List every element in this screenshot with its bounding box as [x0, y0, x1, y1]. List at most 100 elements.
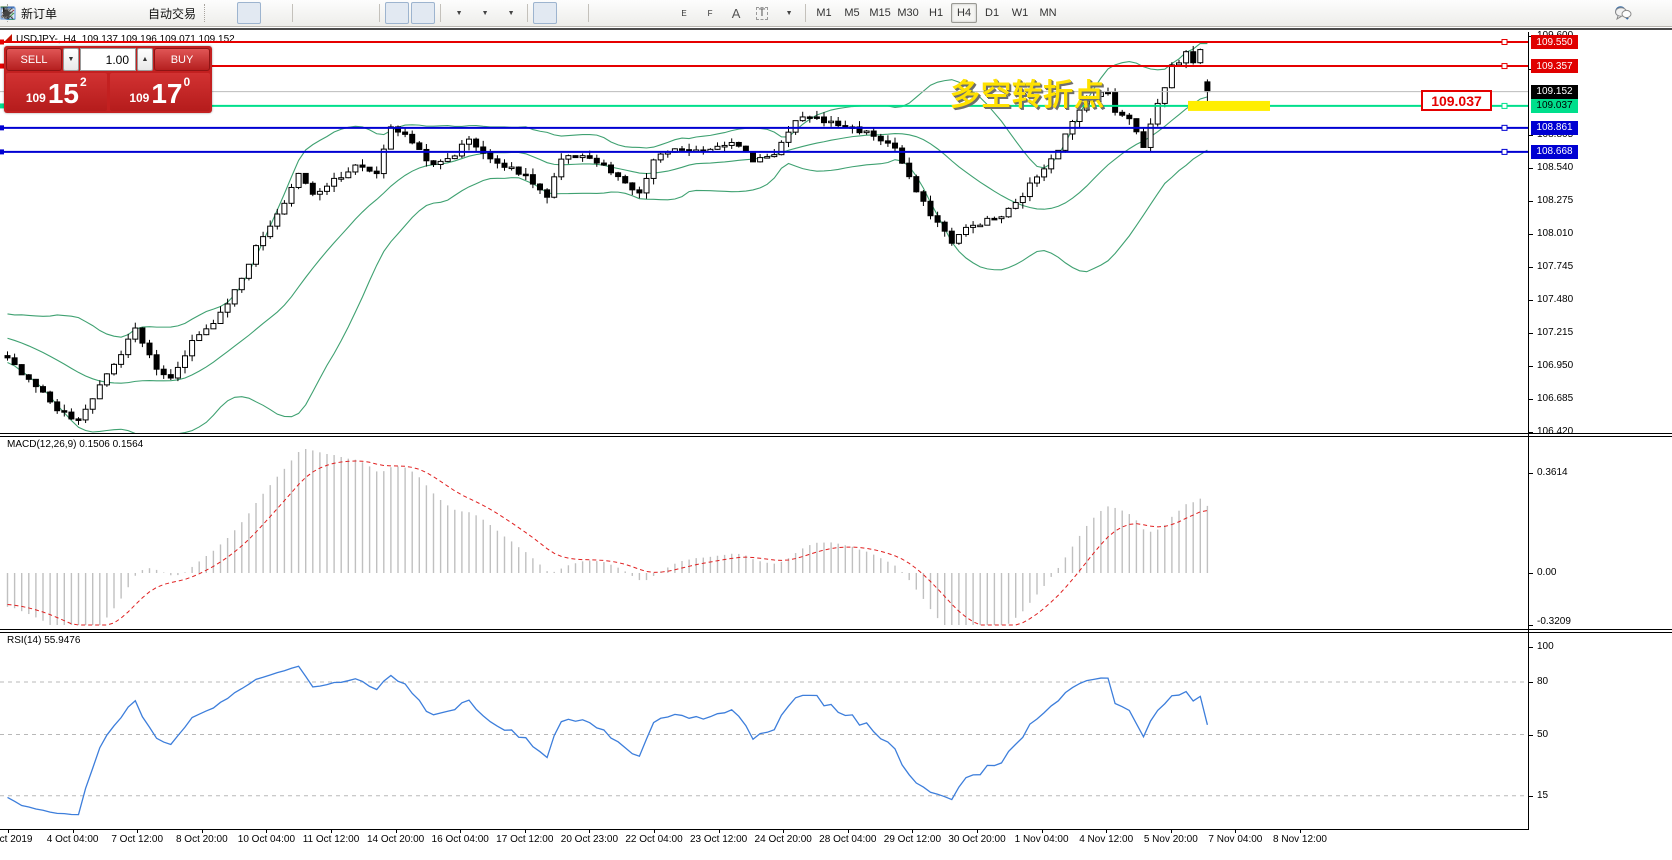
fibonacci-tool-button[interactable]: F: [698, 2, 722, 24]
line-chart-button[interactable]: [263, 2, 287, 24]
arrows-tool-button[interactable]: ▼: [776, 2, 800, 24]
candle: [48, 392, 53, 402]
candle: [1035, 177, 1040, 183]
timeframe-button-h1[interactable]: H1: [923, 3, 949, 23]
sell-button[interactable]: SELL: [6, 48, 62, 71]
price-badge-109.037: 109.037: [1531, 99, 1578, 113]
candle: [161, 369, 166, 374]
text-label-tool-button[interactable]: T: [750, 2, 774, 24]
price-badge-109.357: 109.357: [1531, 59, 1578, 73]
buy-button[interactable]: BUY: [154, 48, 210, 71]
candle: [921, 192, 926, 201]
price-chart-pane[interactable]: [0, 30, 1530, 433]
candle: [239, 278, 244, 289]
new-order-button[interactable]: 新订单: [14, 2, 61, 24]
highlight-bar[interactable]: [1188, 101, 1270, 111]
timeframe-button-m1[interactable]: M1: [811, 3, 837, 23]
time-label: 7 Oct 12:00: [111, 834, 163, 845]
line-handle[interactable]: [1502, 149, 1507, 154]
candle: [1162, 88, 1167, 104]
zoom-in-button[interactable]: [298, 2, 322, 24]
line-handle[interactable]: [1502, 40, 1507, 45]
candle: [218, 312, 223, 323]
rsi-label: RSI(14) 55.9476: [7, 635, 80, 646]
candle: [1113, 92, 1118, 112]
price-tick-label: 108.010: [1537, 228, 1573, 239]
line-handle[interactable]: [1502, 125, 1507, 130]
horizontal-line-tool-button[interactable]: [620, 2, 644, 24]
candle: [76, 419, 81, 421]
profile-button[interactable]: [89, 2, 113, 24]
volume-input[interactable]: 1.00: [80, 48, 136, 71]
one-click-trading-panel: SELL ▼ 1.00 ▲ BUY 109 15 2 109 17 0: [4, 46, 212, 113]
line-handle[interactable]: [0, 125, 4, 130]
price-tick-mark: [1528, 300, 1533, 301]
candle: [793, 121, 798, 133]
horizontal-level-lines[interactable]: [0, 40, 1528, 155]
sell-price-display[interactable]: 109 15 2: [6, 73, 107, 111]
signals-button[interactable]: [115, 2, 139, 24]
candle: [282, 203, 287, 214]
toolbar-separator: [292, 4, 293, 22]
candle: [871, 131, 876, 136]
price-callout-label[interactable]: 109.037: [1421, 90, 1492, 111]
candle: [644, 178, 649, 192]
price-tick-mark: [1528, 234, 1533, 235]
line-handle[interactable]: [0, 149, 4, 154]
timeframe-button-h4[interactable]: H4: [951, 3, 977, 23]
dropdown-caret-icon: ▼: [786, 10, 793, 17]
auto-scroll-button[interactable]: [385, 2, 409, 24]
candle: [97, 385, 102, 399]
candle: [935, 216, 940, 222]
buy-price-display[interactable]: 109 17 0: [110, 73, 211, 111]
timeframe-button-m5[interactable]: M5: [839, 3, 865, 23]
bar-chart-button[interactable]: [211, 2, 235, 24]
periods-button[interactable]: ▼: [472, 2, 496, 24]
time-label: 14 Oct 20:00: [367, 834, 424, 845]
crosshair-tool-button[interactable]: [559, 2, 583, 24]
time-tick-mark: [8, 829, 9, 833]
chart-shift-button[interactable]: [411, 2, 435, 24]
volume-decrease-button[interactable]: ▼: [63, 48, 79, 71]
toolbar-separator: [805, 4, 806, 22]
candle: [246, 264, 251, 278]
time-label: 10 Oct 04:00: [238, 834, 295, 845]
price-tick-label: 106.420: [1537, 426, 1573, 437]
text-tool-button[interactable]: A: [724, 2, 748, 24]
tile-windows-button[interactable]: [350, 2, 374, 24]
timeframe-button-mn[interactable]: MN: [1035, 3, 1061, 23]
candle: [900, 148, 905, 163]
timeframe-button-m15[interactable]: M15: [867, 3, 893, 23]
rsi-tick-label: 80: [1537, 676, 1548, 687]
candle: [1141, 132, 1146, 148]
line-handle[interactable]: [1502, 64, 1507, 69]
vertical-line-tool-button[interactable]: [594, 2, 618, 24]
rsi-pane[interactable]: [0, 633, 1530, 829]
candle: [325, 186, 330, 191]
line-handle[interactable]: [1502, 103, 1507, 108]
templates-button[interactable]: ▼: [498, 2, 522, 24]
timeframe-button-d1[interactable]: D1: [979, 3, 1005, 23]
indicators-button[interactable]: ▼: [446, 2, 470, 24]
volume-increase-button[interactable]: ▲: [137, 48, 153, 71]
candle: [268, 226, 273, 236]
line-handle[interactable]: [0, 40, 4, 45]
trendline-tool-button[interactable]: [646, 2, 670, 24]
time-tick-mark: [266, 829, 267, 833]
timeframe-button-m30[interactable]: M30: [895, 3, 921, 23]
chat-button[interactable]: [1641, 2, 1665, 24]
zoom-out-button[interactable]: [324, 2, 348, 24]
symbols-button[interactable]: [63, 2, 87, 24]
cursor-tool-button[interactable]: [533, 2, 557, 24]
price-tick-label: 106.950: [1537, 360, 1573, 371]
time-tick-mark: [73, 829, 74, 833]
channel-tool-button[interactable]: E: [672, 2, 696, 24]
timeframe-button-w1[interactable]: W1: [1007, 3, 1033, 23]
chart-annotation-text[interactable]: 多空转折点: [950, 70, 1105, 114]
candlestick-chart-button[interactable]: [237, 2, 261, 24]
candle: [523, 174, 528, 176]
autotrading-button[interactable]: 自动交易: [141, 2, 200, 24]
macd-pane[interactable]: [0, 437, 1530, 629]
dropdown-caret-icon: ▼: [508, 10, 515, 17]
candle: [190, 341, 195, 356]
